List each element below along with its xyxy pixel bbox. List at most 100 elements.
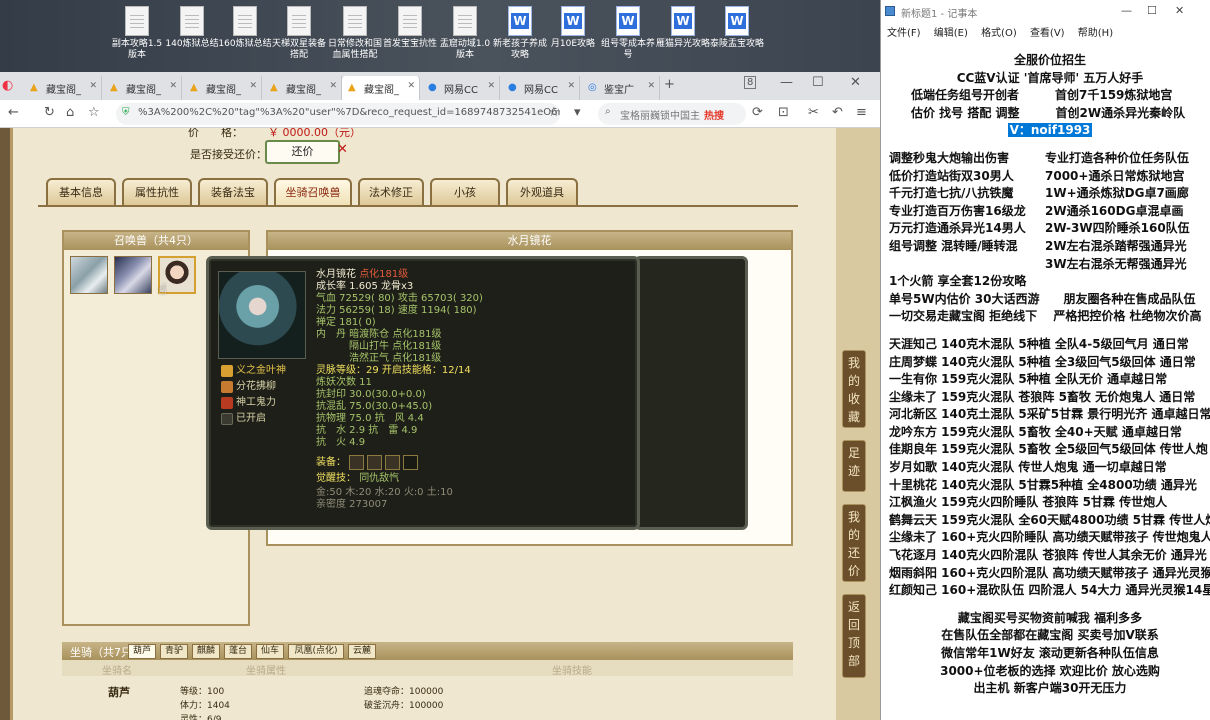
tab-spell-correction[interactable]: 法术修正: [358, 178, 424, 206]
cbg-favicon-icon: ▲: [270, 82, 278, 93]
desktop-file-icon[interactable]: 组号零成本养号: [601, 6, 655, 61]
mount-tab[interactable]: 青驴: [160, 644, 188, 659]
browser-tab[interactable]: ● 网易CC ✕: [422, 76, 500, 100]
menu-view[interactable]: 查看(V): [1030, 28, 1065, 39]
desktop-file-icon[interactable]: 首发宝宝抗性: [383, 6, 437, 50]
close-tab-icon[interactable]: ✕: [567, 81, 575, 91]
browser-tab[interactable]: ▲ 藏宝阁_ ✕: [24, 76, 102, 100]
minimize-icon[interactable]: —: [1121, 4, 1132, 17]
search-input[interactable]: ⌕ 宝格丽巍锁中国主 热搜: [598, 103, 746, 125]
address-bar[interactable]: ⛨ %3A%200%2C%20"tag"%3A%20"user"%7D&reco…: [116, 103, 560, 125]
close-tab-icon[interactable]: ✕: [487, 81, 495, 91]
summon-thumbnail[interactable]: [114, 256, 152, 294]
tt-intimacy: 亲密度 273007: [316, 499, 388, 510]
close-window-icon[interactable]: ✕: [1175, 4, 1184, 17]
team-listing: 红颜知己 160+混砍队伍 四阶混人 54大力 通异光灵猴14星: [889, 583, 1210, 598]
summon-tooltip: 水月镜花 点化181级 成长率 1.605 龙骨x3 气血 72529( 80)…: [206, 256, 640, 530]
team-listing: 佳期良年 159克火混队 5畜牧 全5级回气5级回体 传世人炮: [889, 442, 1208, 457]
maximize-icon[interactable]: ☐: [812, 76, 824, 90]
notepad-window: 新标题1 - 记事本 — ☐ ✕ 文件(F) 编辑(E) 格式(O) 查看(V)…: [880, 0, 1210, 720]
counter-offer-button[interactable]: 还价: [265, 140, 340, 164]
tt-res-line: 抗封印 30.0(30.0+0.0): [316, 389, 426, 400]
favorite-star-icon[interactable]: ☆: [548, 106, 560, 120]
screenshot-icon[interactable]: ⊡: [778, 106, 789, 120]
document-icon: [398, 6, 422, 36]
desktop-file-icon[interactable]: 雁猫异光攻略: [656, 6, 710, 50]
mount-tab[interactable]: 凤凰(点化): [288, 644, 344, 659]
desktop-file-icon[interactable]: 新老孩子养成攻略: [493, 6, 547, 61]
close-tab-icon[interactable]: ✕: [169, 81, 177, 91]
tab-child[interactable]: 小孩: [430, 178, 500, 206]
menu-file[interactable]: 文件(F): [887, 28, 921, 39]
maximize-icon[interactable]: ☐: [1147, 4, 1157, 17]
scissors-icon[interactable]: ✂: [808, 106, 819, 120]
tab-appearance[interactable]: 外观道具: [506, 178, 578, 206]
mount-tab[interactable]: 麒麟: [192, 644, 220, 659]
tt-refine: 炼妖次数 11: [316, 377, 372, 388]
desktop-file-icon[interactable]: 天梯双星装备搭配: [272, 6, 326, 61]
text-line: 低端任务组号开创者 首创7千159炼狱地宫: [911, 88, 1173, 103]
tt-res-line: 抗 水 2.9 抗 雷 4.9: [316, 425, 418, 436]
desktop-file-icon[interactable]: 160炼狱总结: [218, 6, 272, 50]
close-tab-icon[interactable]: ✕: [89, 81, 97, 91]
tab-resistance[interactable]: 属性抗性: [122, 178, 192, 206]
close-tab-icon[interactable]: ✕: [407, 81, 415, 91]
menu-icon[interactable]: ≡: [856, 106, 867, 120]
menu-edit[interactable]: 编辑(E): [934, 28, 968, 39]
close-window-icon[interactable]: ✕: [850, 76, 861, 90]
text-cell: 专业打造百万伤害16级龙: [889, 203, 1026, 218]
desktop-file-icon[interactable]: 盂窟动域1.0版本: [438, 6, 492, 61]
tt-growth: 成长率 1.605 龙骨x3: [316, 281, 414, 292]
footprint-button[interactable]: 足迹: [842, 440, 866, 492]
refresh-icon[interactable]: ↻: [44, 106, 55, 120]
browser-tab[interactable]: ▲ 藏宝阁_ ✕: [184, 76, 262, 100]
close-tab-icon[interactable]: ✕: [647, 81, 655, 91]
browser-tab[interactable]: ◎ 鉴宝广 ✕: [582, 76, 660, 100]
cbg-product-page: 价 格： ￥ 0000.00（元） 是否接受还价： 还价 ✕ 基本信息 属性抗性…: [0, 128, 880, 720]
desktop-file-icon[interactable]: 日常修改和国血属性搭配: [328, 6, 382, 61]
cursor-hand-icon: ☝: [158, 282, 167, 298]
undo-icon[interactable]: ↶: [832, 106, 843, 120]
menu-help[interactable]: 帮助(H): [1078, 28, 1113, 39]
sync-icon[interactable]: ⟳: [752, 106, 763, 120]
text-line: 藏宝阁买号买物资前喊我 福利多多: [957, 610, 1143, 625]
browser-tab[interactable]: ● 网易CC ✕: [502, 76, 580, 100]
mount-tab[interactable]: 蓬台: [224, 644, 252, 659]
tab-count-badge[interactable]: 8: [744, 76, 757, 89]
menu-format[interactable]: 格式(O): [981, 28, 1017, 39]
team-listing: 尘缘未了 159克火混队 苍狼阵 5畜牧 无价炮鬼人 通日常: [889, 389, 1196, 404]
back-icon[interactable]: ←: [8, 106, 19, 120]
accept-counter-label: 是否接受还价：: [190, 148, 267, 161]
browser-tab-active[interactable]: ▲ 藏宝阁_ ✕: [342, 76, 420, 100]
browser-tab[interactable]: ▲ 藏宝阁_ ✕: [264, 76, 342, 100]
mount-tab[interactable]: 葫芦: [128, 644, 156, 659]
desktop-file-icon[interactable]: 140炼狱总结: [165, 6, 219, 50]
tab-basic-info[interactable]: 基本信息: [46, 178, 116, 206]
dropdown-icon[interactable]: ▾: [574, 106, 581, 120]
home-icon[interactable]: ⌂: [66, 106, 74, 120]
desktop-file-icon[interactable]: 泰陵盂宝攻略: [710, 6, 764, 50]
back-to-top-button[interactable]: 返回顶部: [842, 594, 866, 678]
browser-tab[interactable]: ▲ 藏宝阁_ ✕: [104, 76, 182, 100]
mount-tab[interactable]: 仙车: [256, 644, 284, 659]
summon-thumbnail[interactable]: [70, 256, 108, 294]
tab-mount-summon[interactable]: 坐骑召唤兽: [274, 178, 352, 206]
close-tab-icon[interactable]: ✕: [249, 81, 257, 91]
text-line: 3000+位老板的选择 欢迎比价 放心选购: [940, 663, 1160, 678]
col-mount-name: 坐骑名: [102, 666, 132, 677]
browser-logo-icon[interactable]: ◐: [2, 79, 13, 93]
notepad-text-area[interactable]: 全服价位招生 CC蓝V认证 '首席导师' 五万人好手 低端任务组号开创者 首创7…: [889, 52, 1210, 698]
my-favorites-button[interactable]: 我的收藏: [842, 350, 866, 428]
skill-empty-icon: [221, 413, 233, 425]
mount-tab[interactable]: 云麓: [348, 644, 376, 659]
close-tab-icon[interactable]: ✕: [329, 81, 337, 91]
my-counter-offers-button[interactable]: 我的还价: [842, 504, 866, 582]
desktop-file-icon[interactable]: 副本攻略1.5版本: [110, 6, 164, 61]
bookmark-icon[interactable]: ☆: [88, 106, 100, 120]
tt-res-line: 抗混乱 75.0(30.0+45.0): [316, 401, 433, 412]
tab-equipment[interactable]: 装备法宝: [198, 178, 268, 206]
text-line: 单号5W内估价 30大话西游 朋友圈各种在售成品队伍: [889, 291, 1196, 306]
minimize-icon[interactable]: —: [780, 76, 793, 90]
new-tab-icon[interactable]: +: [664, 78, 675, 92]
desktop-file-icon[interactable]: 月10E攻略: [546, 6, 600, 50]
